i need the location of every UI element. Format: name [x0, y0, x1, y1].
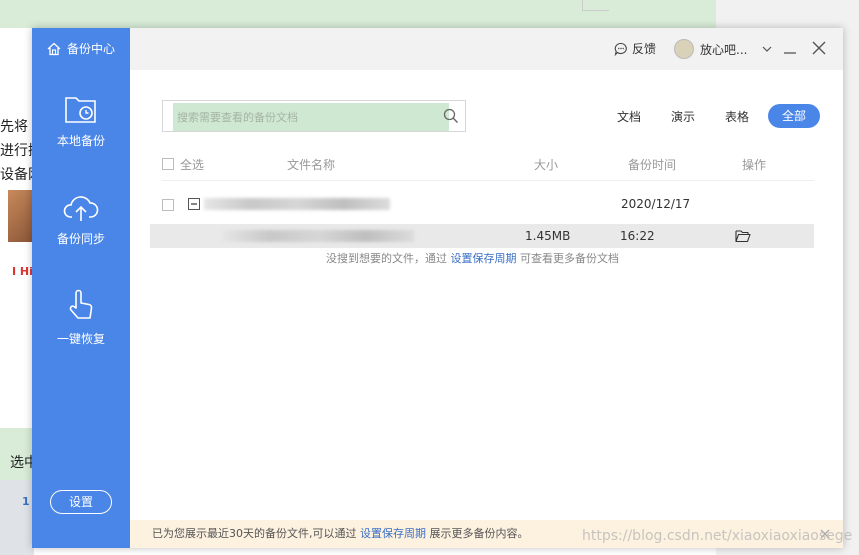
select-all-label: 全选	[180, 158, 205, 172]
sidebar-item-backup-sync[interactable]: 备份同步	[32, 192, 130, 247]
settings-button[interactable]: 设置	[50, 490, 112, 514]
filter-spreadsheets[interactable]: 表格	[710, 108, 764, 125]
feedback-button[interactable]: 反馈	[614, 40, 656, 57]
folder-clock-icon	[65, 97, 96, 123]
hand-pointer-icon	[69, 289, 93, 319]
group-checkbox[interactable]	[162, 199, 174, 211]
close-button[interactable]	[811, 40, 827, 56]
brand-title: 备份中心	[67, 42, 116, 56]
table-row[interactable]: 1.45MB 16:22	[150, 224, 814, 248]
select-all-checkbox[interactable]	[162, 158, 174, 170]
sidebar: 备份中心 本地备份 备份同步 一键恢复 设置	[32, 28, 130, 548]
collapse-icon[interactable]	[188, 198, 200, 210]
footer-prefix: 已为您展示最近30天的备份文件,可以通过	[152, 527, 357, 540]
cloud-upload-icon	[63, 196, 99, 221]
folder-open-icon[interactable]	[735, 229, 751, 243]
sidebar-item-one-click-restore[interactable]: 一键恢复	[32, 288, 130, 347]
filter-tabs: 文档 演示 表格 全部	[602, 104, 820, 128]
sidebar-item-label: 一键恢复	[56, 332, 105, 346]
background-divider	[582, 0, 609, 11]
background-thumbnail	[8, 190, 32, 242]
search-input[interactable]	[173, 103, 449, 131]
search-box	[162, 100, 466, 132]
avatar	[674, 39, 694, 59]
column-time: 备份时间	[628, 158, 677, 172]
chat-bubble-icon	[614, 42, 627, 56]
sidebar-item-label: 本地备份	[56, 134, 105, 148]
background-red-text: I Hi	[12, 265, 33, 278]
chevron-down-icon	[763, 46, 772, 52]
group-date: 2020/12/17	[621, 197, 691, 211]
hint-prefix: 没搜到想要的文件，通过	[326, 252, 447, 265]
file-time: 16:22	[620, 229, 655, 243]
search-icon[interactable]	[443, 108, 459, 124]
user-menu[interactable]: 放心吧...	[674, 39, 773, 59]
minimize-button[interactable]	[782, 40, 798, 56]
background-line-3: 设备网	[0, 167, 34, 183]
user-name: 放心吧...	[700, 42, 748, 57]
column-size: 大小	[534, 158, 559, 172]
filter-all[interactable]: 全部	[768, 104, 820, 128]
home-icon	[47, 42, 61, 55]
column-name: 文件名称	[287, 158, 336, 172]
file-name-redacted	[222, 230, 414, 242]
date-group-row: 2020/12/17	[162, 194, 814, 216]
file-size: 1.45MB	[525, 229, 571, 243]
sidebar-item-label: 备份同步	[56, 232, 105, 246]
feedback-label: 反馈	[632, 42, 657, 56]
column-action: 操作	[742, 158, 767, 172]
table-header: 全选 文件名称 大小 备份时间 操作	[162, 156, 814, 181]
backup-center-window: 备份中心 本地备份 备份同步 一键恢复 设置 反馈 放心吧... 搜索需要查看的…	[32, 28, 843, 548]
group-name-redacted	[204, 198, 390, 210]
filter-presentations[interactable]: 演示	[656, 108, 710, 125]
hint-link[interactable]: 设置保存周期	[451, 252, 517, 265]
background-label: 1	[22, 495, 30, 508]
footer-suffix: 展示更多备份内容。	[429, 527, 529, 540]
background-line-1: 先将	[0, 119, 28, 135]
search-hint: 没搜到想要的文件，通过 设置保存周期 可查看更多备份文档	[326, 250, 619, 266]
filter-documents[interactable]: 文档	[602, 108, 656, 125]
sidebar-item-local-backup[interactable]: 本地备份	[32, 94, 130, 149]
watermark: https://blog.csdn.net/xiaoxiaoxiaosege	[582, 528, 853, 544]
background-line-2: 进行操	[0, 143, 34, 159]
title-bar: 反馈 放心吧...	[130, 28, 843, 70]
hint-suffix: 可查看更多备份文档	[520, 252, 619, 265]
brand: 备份中心	[46, 40, 115, 57]
background-strip	[0, 480, 34, 555]
main-content: 文档 演示 表格 全部 全选 文件名称 大小 备份时间 操作 2020/12/1…	[130, 70, 843, 520]
footer-link[interactable]: 设置保存周期	[360, 527, 426, 540]
